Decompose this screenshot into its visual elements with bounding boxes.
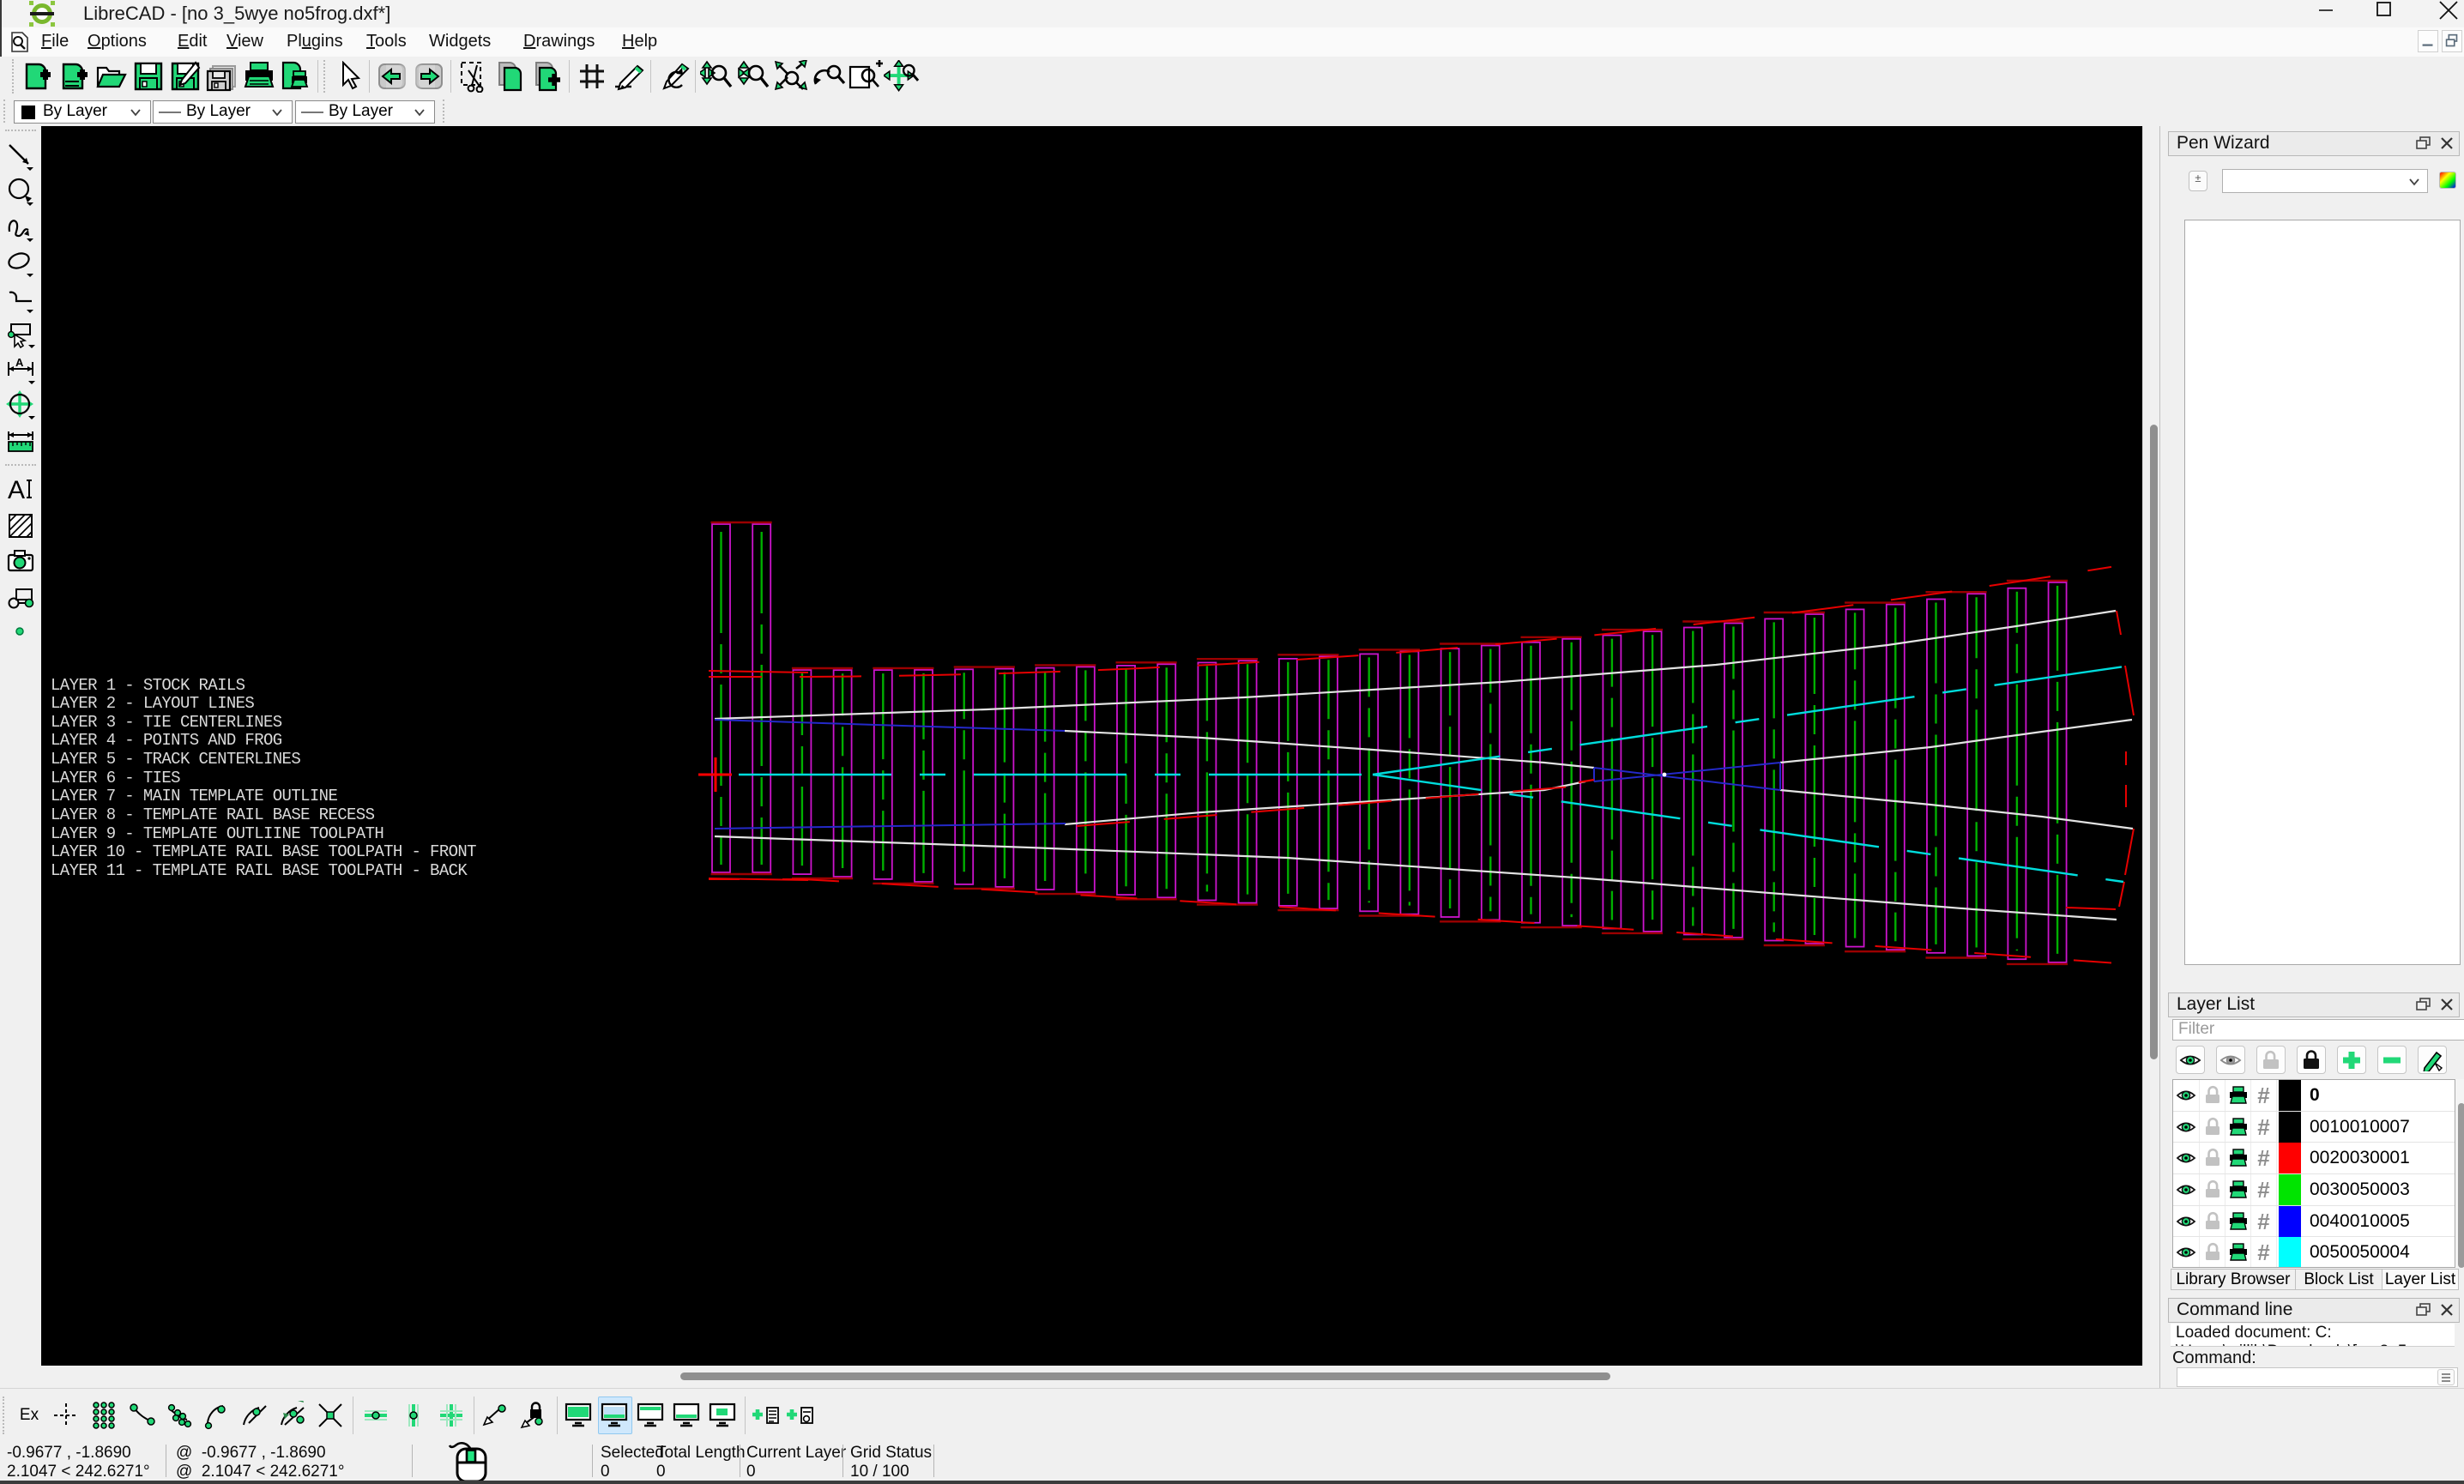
svg-text:A: A xyxy=(8,476,25,504)
svg-text:A: A xyxy=(15,356,24,369)
